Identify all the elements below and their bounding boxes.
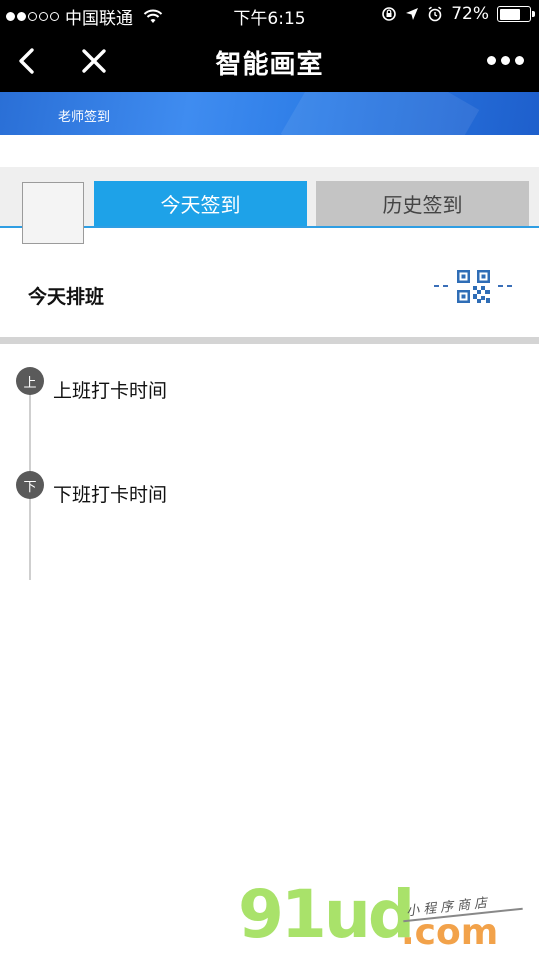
tab-today-label: 今天签到 [160,193,241,217]
clock-out-badge: 下 [16,471,44,499]
qr-dash-right-2 [507,285,512,287]
status-bar: 中国联通 下午6:15 72% [0,0,539,30]
nav-bar: 智能画室 [0,30,539,92]
qr-code-icon [457,270,490,303]
schedule-label: 今天排班 [28,286,105,308]
avatar-placeholder [22,182,84,244]
section-separator [0,337,539,344]
alarm-clock-icon [428,6,442,22]
clock-in-badge: 上 [16,367,44,395]
qr-dash-left-1 [434,285,439,287]
clock-in-time-label: 上班打卡时间 [53,380,168,402]
battery-percent: 72% [451,4,489,24]
qr-dash-left-2 [443,285,448,287]
tab-history-checkin[interactable]: 历史签到 [316,181,529,226]
watermark-main: 91ud [238,876,415,953]
tab-today-checkin[interactable]: 今天签到 [94,181,307,226]
battery-fill [499,8,521,20]
clock-out-time-label: 下班打卡时间 [53,484,168,506]
rotation-lock-icon [382,7,397,21]
watermark-dotcom: .com [401,912,499,953]
more-options-icon[interactable] [485,50,525,70]
page-title: 智能画室 [215,50,324,80]
location-arrow-icon [406,8,419,20]
banner-role-text: 老师签到 [58,110,111,125]
tab-history-label: 历史签到 [382,193,463,217]
watermark-logo: 91ud 小程序商店 .com [238,882,538,960]
status-right: 72% [381,4,535,24]
role-banner: 老师签到 [0,92,539,135]
qr-dash-right-1 [498,285,503,287]
battery-icon [497,6,535,22]
qr-scan-button[interactable] [434,270,512,304]
